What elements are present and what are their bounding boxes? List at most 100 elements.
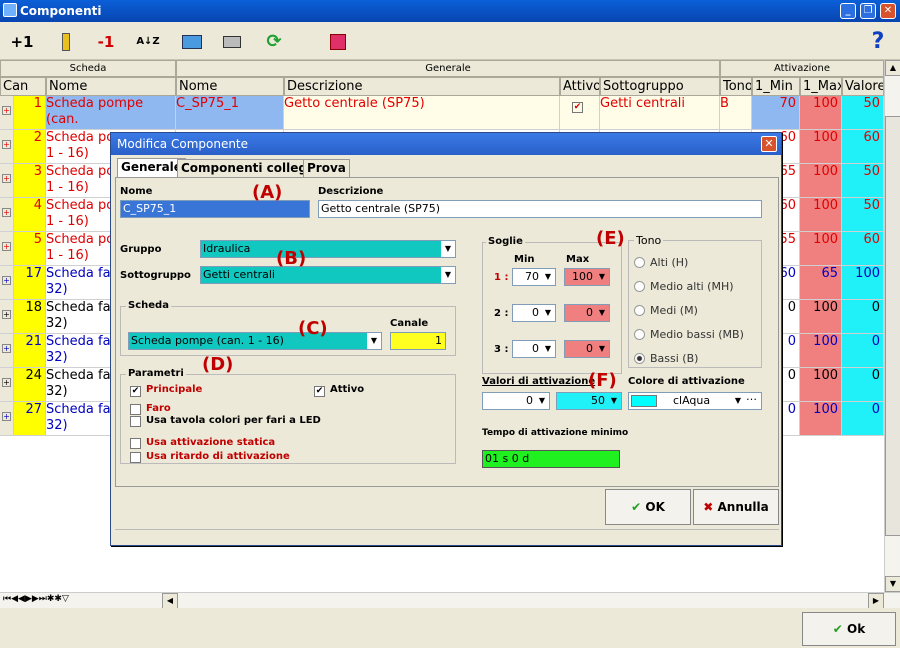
col-1min[interactable]: 1_Min (752, 77, 800, 96)
expand-icon[interactable]: + (2, 378, 11, 387)
grid-cell-can[interactable]: 17 (14, 266, 46, 300)
scheda-select[interactable]: Scheda pompe (can. 1 - 16) ▼ (128, 332, 382, 350)
tempo-input[interactable]: 01 s 0 d (482, 450, 620, 468)
soglia-2-max[interactable]: 0 ▼ (564, 304, 610, 322)
ok-main-button[interactable]: ✔ Ok (802, 612, 896, 646)
grid-cell-ind[interactable]: + (0, 96, 14, 130)
chevron-down-icon[interactable]: ▼ (595, 269, 609, 285)
tab-generale[interactable]: Generale (117, 158, 186, 178)
faro-checkbox[interactable] (130, 404, 141, 415)
grid-cell-val[interactable]: 0 (842, 300, 884, 334)
print-button[interactable] (220, 30, 244, 54)
grid-cell-val[interactable]: 0 (842, 368, 884, 402)
col-nome[interactable]: Nome (176, 77, 284, 96)
grid-cell-max[interactable]: 65 (800, 266, 842, 300)
grid-cell-ind[interactable]: + (0, 164, 14, 198)
col-attivo[interactable]: Attivo (560, 77, 600, 96)
grid-cell-val[interactable]: 50 (842, 96, 884, 130)
soglia-2-min[interactable]: 0 ▼ (512, 304, 556, 322)
grid-cell-can[interactable]: 3 (14, 164, 46, 198)
led-checkbox[interactable] (130, 416, 141, 427)
grid-cell-can[interactable]: 2 (14, 130, 46, 164)
chevron-down-icon[interactable]: ▼ (541, 269, 555, 285)
grid-cell-val[interactable]: 60 (842, 232, 884, 266)
gruppo-select[interactable]: Idraulica ▼ (200, 240, 456, 258)
chevron-down-icon[interactable]: ▼ (535, 393, 549, 409)
grid-cell-tono[interactable]: B (720, 96, 752, 130)
grid-cell-max[interactable]: 100 (800, 130, 842, 164)
grid-cell-can[interactable]: 5 (14, 232, 46, 266)
grid-cell-max[interactable]: 100 (800, 402, 842, 436)
remove-button[interactable]: -1 (94, 30, 118, 54)
vertical-scrollbar[interactable]: ▲ ▼ (884, 60, 900, 592)
grid-cell-max[interactable]: 100 (800, 198, 842, 232)
expand-icon[interactable]: + (2, 412, 11, 421)
grid-cell-min[interactable]: 70 (752, 96, 800, 130)
grid-cell-can[interactable]: 24 (14, 368, 46, 402)
color-button[interactable] (326, 30, 350, 54)
open-button[interactable] (180, 30, 204, 54)
expand-icon[interactable]: + (2, 174, 11, 183)
grid-cell-val[interactable]: 60 (842, 130, 884, 164)
col-valore[interactable]: Valore (842, 77, 884, 96)
grid-cell-nome[interactable]: C_SP75_1 (176, 96, 284, 130)
refresh-button[interactable]: ⟳ (262, 30, 286, 54)
expand-icon[interactable]: + (2, 208, 11, 217)
soglia-1-max[interactable]: 100 ▼ (564, 268, 610, 286)
grid-cell-ind[interactable]: + (0, 232, 14, 266)
expand-icon[interactable]: + (2, 140, 11, 149)
valore-2-select[interactable]: 50 ▼ (556, 392, 622, 410)
soglia-3-max[interactable]: 0 ▼ (564, 340, 610, 358)
scroll-left-icon[interactable]: ◀ (162, 593, 178, 609)
colore-select[interactable]: clAqua ▼ … (628, 392, 762, 410)
grid-cell-val[interactable]: 100 (842, 266, 884, 300)
minimize-button[interactable]: _ (840, 3, 856, 19)
grid-cell-max[interactable]: 100 (800, 334, 842, 368)
canale-input[interactable]: 1 (390, 332, 446, 350)
expand-icon[interactable]: + (2, 242, 11, 251)
grid-cell-sotto[interactable]: Getti centrali (600, 96, 720, 130)
col-can[interactable]: Can (0, 77, 46, 96)
chevron-down-icon[interactable]: ▼ (607, 393, 621, 409)
navigator-icons[interactable]: ⏮◀◀▶▶⏭✱✱▽ (3, 594, 69, 604)
col-1max[interactable]: 1_Max (800, 77, 842, 96)
expand-icon[interactable]: + (2, 276, 11, 285)
chevron-down-icon[interactable]: ▼ (735, 393, 741, 409)
descrizione-input[interactable]: Getto centrale (SP75) (318, 200, 762, 218)
tab-prova[interactable]: Prova (303, 159, 350, 177)
col-scheda-nome[interactable]: Nome (46, 77, 176, 96)
chevron-down-icon[interactable]: ▼ (441, 241, 455, 257)
ritardo-checkbox[interactable] (130, 452, 141, 463)
expand-icon[interactable]: + (2, 344, 11, 353)
grid-cell-val[interactable]: 0 (842, 334, 884, 368)
principale-checkbox[interactable]: ✔ (130, 386, 141, 397)
statica-checkbox[interactable] (130, 438, 141, 449)
grid-cell-val[interactable]: 0 (842, 402, 884, 436)
sottogruppo-select[interactable]: Getti centrali ▼ (200, 266, 456, 284)
grid-cell-max[interactable]: 100 (800, 300, 842, 334)
grid-cell-ind[interactable]: + (0, 266, 14, 300)
grid-cell-max[interactable]: 100 (800, 96, 842, 130)
scroll-down-icon[interactable]: ▼ (885, 576, 900, 592)
chevron-down-icon[interactable]: ▼ (541, 305, 555, 321)
tono-alti-radio[interactable] (634, 257, 645, 268)
chevron-down-icon[interactable]: ▼ (595, 305, 609, 321)
col-sottogruppo[interactable]: Sottogruppo (600, 77, 720, 96)
grid-cell-ind[interactable]: + (0, 198, 14, 232)
col-descrizione[interactable]: Descrizione (284, 77, 560, 96)
attivo-check-icon[interactable]: ✔ (572, 102, 583, 113)
soglia-1-min[interactable]: 70 ▼ (512, 268, 556, 286)
dialog-close-button[interactable]: ✕ (761, 136, 777, 152)
grid-cell-can[interactable]: 18 (14, 300, 46, 334)
more-icon[interactable]: … (746, 393, 757, 405)
grid-cell-ind[interactable]: + (0, 402, 14, 436)
grid-cell-val[interactable]: 50 (842, 164, 884, 198)
grid-cell-ind[interactable]: + (0, 334, 14, 368)
sort-button[interactable]: A↓Z (136, 30, 160, 54)
soglia-3-min[interactable]: 0 ▼ (512, 340, 556, 358)
chevron-down-icon[interactable]: ▼ (595, 341, 609, 357)
dialog-annulla-button[interactable]: ✖ Annulla (693, 489, 779, 525)
scroll-thumb[interactable] (885, 116, 900, 536)
add-button[interactable]: +1 (10, 30, 34, 54)
chevron-down-icon[interactable]: ▼ (441, 267, 455, 283)
